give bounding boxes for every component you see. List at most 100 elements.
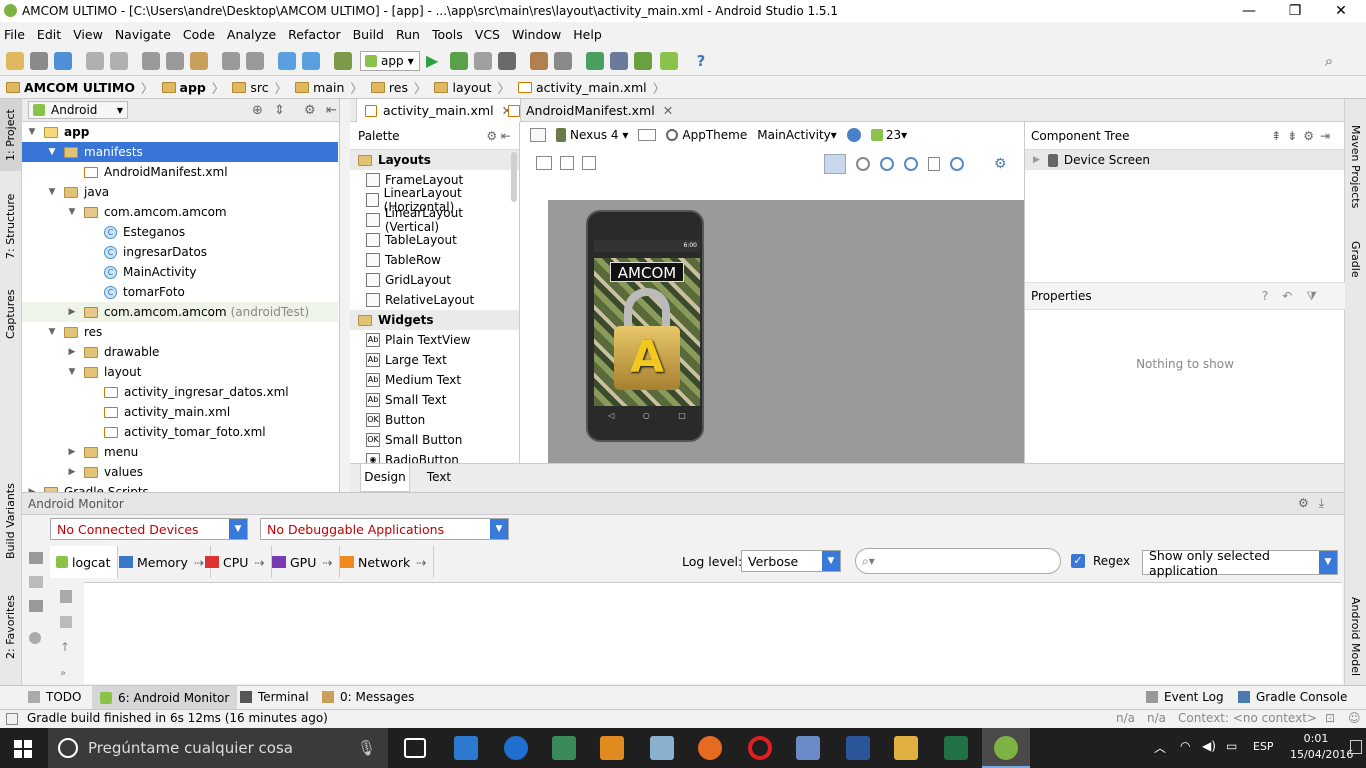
soft-wraps-icon[interactable] xyxy=(60,616,72,628)
palette-item[interactable]: OK Button xyxy=(350,410,519,430)
excel-icon[interactable] xyxy=(944,736,968,760)
orientation-icon[interactable] xyxy=(638,129,657,141)
language-indicator[interactable]: ESP xyxy=(1253,740,1274,753)
save-icon[interactable] xyxy=(30,52,48,70)
folder-icon[interactable] xyxy=(894,736,918,760)
component-tree-root[interactable]: ▶ Device Screen xyxy=(1025,150,1344,170)
menu-run[interactable]: Run xyxy=(396,27,420,42)
scroll-from-source-icon[interactable]: ⊕ xyxy=(252,103,263,118)
file-explorer-app-icon[interactable] xyxy=(454,736,478,760)
tool-windows-icon[interactable] xyxy=(6,713,18,725)
gear-icon[interactable]: ⚙ ⇤ xyxy=(486,129,511,143)
menu-navigate[interactable]: Navigate xyxy=(115,27,171,42)
minimize-button[interactable]: — xyxy=(1226,0,1272,22)
edge-icon[interactable] xyxy=(504,736,528,760)
maximize-button[interactable]: ❐ xyxy=(1272,0,1318,22)
breadcrumb-item[interactable]: app 〉 xyxy=(161,78,224,97)
device-dropdown[interactable]: No Connected Devices ▼ xyxy=(50,518,248,540)
android-device-monitor-icon[interactable] xyxy=(660,52,678,70)
pan-icon[interactable] xyxy=(824,154,846,174)
monitor-tab-cpu[interactable]: CPU ⇢ xyxy=(199,546,272,578)
palette-item[interactable]: Ab Large Text xyxy=(350,350,519,370)
tool-android-model[interactable]: Android Model xyxy=(1349,597,1362,676)
tree-item[interactable]: ▶ menu xyxy=(22,442,338,462)
word-icon[interactable] xyxy=(846,736,870,760)
fit-width-icon[interactable] xyxy=(560,156,574,170)
tool-project[interactable]: 1: Project xyxy=(4,109,17,161)
tree-item[interactable]: AndroidManifest.xml xyxy=(22,162,338,182)
tree-item[interactable]: ▼ java xyxy=(22,182,338,202)
menu-tools[interactable]: Tools xyxy=(432,27,463,42)
notifications-icon[interactable] xyxy=(1350,740,1362,754)
logcat-output[interactable] xyxy=(84,582,1342,684)
palette-item[interactable]: LinearLayout (Vertical) xyxy=(350,206,519,234)
show-hidden-icon[interactable]: ︿ xyxy=(1154,739,1166,756)
tree-item[interactable]: C MainActivity xyxy=(22,262,338,282)
regex-checkbox[interactable]: ✓ Regex xyxy=(1071,554,1130,568)
sublime-icon[interactable] xyxy=(600,736,624,760)
menu-analyze[interactable]: Analyze xyxy=(227,27,276,42)
tool-build-variants[interactable]: Build Variants xyxy=(4,483,17,559)
component-tree-actions-icon[interactable]: ⇞⇟⚙⇥ xyxy=(1271,129,1336,143)
palette-item[interactable]: RelativeLayout xyxy=(350,290,519,310)
expand-right-icon[interactable]: ▶ xyxy=(66,467,78,477)
fit-height-icon[interactable] xyxy=(582,156,596,170)
refresh-icon[interactable] xyxy=(950,157,964,171)
clear-log-icon[interactable] xyxy=(60,590,72,603)
filter-dropdown[interactable]: Show only selected application ▼ xyxy=(1142,548,1338,578)
expand-down-icon[interactable]: ▼ xyxy=(46,187,58,197)
tool-gradle[interactable]: Gradle xyxy=(1349,241,1362,278)
clock-date[interactable]: 15/04/2016 xyxy=(1290,748,1353,761)
redo-icon[interactable] xyxy=(110,52,128,70)
breadcrumb-item[interactable]: activity_main.xml 〉 xyxy=(518,78,665,97)
run-icon[interactable]: ▶ xyxy=(426,52,444,70)
windows-start-icon[interactable] xyxy=(14,740,32,758)
settings-icon[interactable] xyxy=(554,52,572,70)
tree-item[interactable]: ▼ com.amcom.amcom xyxy=(22,202,338,222)
palette-scrollbar[interactable] xyxy=(511,152,517,202)
api-selector[interactable]: 23 ▾ xyxy=(870,128,907,142)
tree-item[interactable]: activity_ingresar_datos.xml xyxy=(22,382,338,402)
android-studio-taskbar-item[interactable] xyxy=(982,728,1030,768)
tool-android-monitor[interactable]: 6: Android Monitor xyxy=(92,686,238,709)
monitor-tab-network[interactable]: Network ⇢ xyxy=(334,546,434,578)
design-canvas[interactable]: 23 6:00 AMCOM A ◁ ○ □ xyxy=(548,200,1024,463)
expand-down-icon[interactable]: ▼ xyxy=(66,207,78,217)
menu-refactor[interactable]: Refactor xyxy=(288,27,340,42)
breadcrumb-item[interactable]: AMCOM ULTIMO 〉 xyxy=(6,78,154,97)
notes-icon[interactable] xyxy=(650,736,674,760)
layout-file-icon[interactable] xyxy=(530,128,546,142)
menu-build[interactable]: Build xyxy=(353,27,384,42)
menu-vcs[interactable]: VCS xyxy=(475,27,500,42)
sync-icon[interactable] xyxy=(54,52,72,70)
tree-item[interactable]: activity_tomar_foto.xml xyxy=(22,422,338,442)
tool-messages[interactable]: 0: Messages xyxy=(322,690,414,704)
inspector-icon[interactable]: ☺ xyxy=(1348,711,1361,725)
undo-icon[interactable] xyxy=(86,52,104,70)
menu-view[interactable]: View xyxy=(73,27,103,42)
breadcrumb-item[interactable]: res 〉 xyxy=(370,78,426,97)
expand-down-icon[interactable]: ▼ xyxy=(46,327,58,337)
tool-captures[interactable]: Captures xyxy=(4,290,17,339)
tree-item[interactable]: C Esteganos xyxy=(22,222,338,242)
menu-help[interactable]: Help xyxy=(573,27,602,42)
debug-icon[interactable] xyxy=(450,52,468,70)
gradle-sync-icon[interactable] xyxy=(586,52,604,70)
tool-structure[interactable]: 7: Structure xyxy=(4,194,17,259)
lock-icon[interactable]: ⊡ xyxy=(1325,711,1335,725)
expand-right-icon[interactable]: ▶ xyxy=(66,307,78,317)
menu-window[interactable]: Window xyxy=(512,27,561,42)
scroll-to-end-icon[interactable]: ↑ xyxy=(60,640,70,654)
expand-right-icon[interactable]: ▶ xyxy=(66,347,78,357)
hide-icon[interactable]: ⇤ xyxy=(326,103,337,118)
fit-screen-icon[interactable] xyxy=(928,157,940,171)
monitor-tab-logcat[interactable]: logcat xyxy=(50,546,118,578)
open-folder-icon[interactable] xyxy=(6,52,24,70)
screenshot-icon[interactable] xyxy=(29,552,43,564)
vpn-icon[interactable] xyxy=(796,736,820,760)
monitor-actions-icon[interactable]: ⚙⤓ xyxy=(1298,496,1334,511)
tab-design[interactable]: Design xyxy=(360,464,410,492)
locale-icon[interactable] xyxy=(846,128,861,142)
tree-item[interactable]: activity_main.xml xyxy=(22,402,338,422)
palette-item[interactable]: TableRow xyxy=(350,250,519,270)
